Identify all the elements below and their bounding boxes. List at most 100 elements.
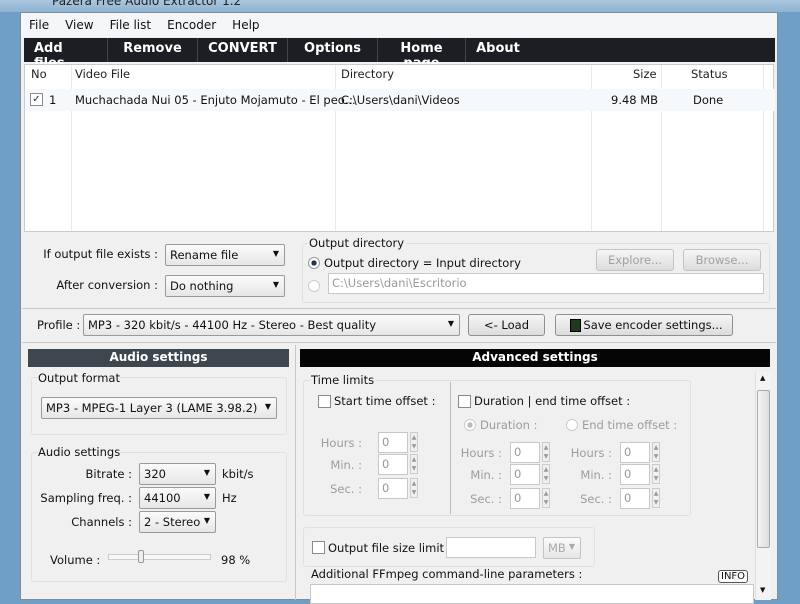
duration-label: Duration :	[480, 418, 538, 432]
size-limit-label: Output file size limit :	[328, 541, 452, 555]
spin-arrows-icon[interactable]: ▲ ▼	[410, 454, 418, 474]
hours-label: Hours :	[460, 446, 502, 460]
outdir-title: Output directory	[307, 236, 407, 250]
volume-slider-thumb[interactable]	[138, 550, 145, 563]
scroll-up-icon[interactable]: ▲	[760, 374, 765, 382]
menu-encoder[interactable]: Encoder	[159, 18, 224, 32]
hours-input[interactable]: 0	[620, 442, 650, 463]
output-format-select[interactable]: MP3 - MPEG-1 Layer 3 (LAME 3.98.2)	[41, 397, 277, 419]
info-button[interactable]: INFO	[718, 570, 749, 583]
size-limit-input[interactable]	[446, 537, 536, 558]
menu-file-list[interactable]: File list	[102, 18, 160, 32]
table-row[interactable]: ✓ 1 Muchachada Nui 05 - Enjuto Mojamuto …	[25, 89, 775, 111]
menu-file[interactable]: File	[21, 18, 57, 32]
advanced-scrollbar[interactable]: ▲ ▼	[755, 372, 771, 600]
sec-label: Sec. :	[470, 492, 502, 506]
sec-input[interactable]: 0	[378, 478, 408, 499]
size-unit-select[interactable]: MB	[543, 537, 581, 559]
column-no[interactable]: No	[31, 67, 47, 81]
end-offset-label: End time offset :	[582, 418, 678, 432]
row-size: 9.48 MB	[611, 93, 659, 107]
sec-label: Sec. :	[330, 482, 362, 496]
file-list[interactable]: No Video File Directory Size Status ✓ 1 …	[24, 64, 775, 232]
duration-radio[interactable]	[464, 419, 476, 431]
advanced-settings-header: Advanced settings	[300, 349, 770, 367]
outdir-path-input[interactable]: C:\Users\dani\Escritorio	[328, 273, 764, 294]
browse-button[interactable]: Browse...	[683, 249, 761, 271]
ffmpeg-params-input[interactable]	[310, 584, 754, 604]
min-label: Min. :	[580, 468, 612, 482]
channels-select[interactable]: 2 - Stereo	[139, 511, 216, 533]
spin-arrows-icon[interactable]: ▲ ▼	[542, 488, 550, 508]
menu-help[interactable]: Help	[224, 18, 267, 32]
exists-label: If output file exists :	[43, 247, 158, 261]
bitrate-unit: kbit/s	[222, 467, 254, 481]
outdir-same-label: Output directory = Input directory	[324, 256, 521, 270]
min-input[interactable]: 0	[620, 464, 650, 485]
add-files-button[interactable]: Add files	[24, 38, 108, 71]
outdir-same-radio[interactable]	[308, 257, 320, 269]
duration-end-label: Duration | end time offset :	[474, 394, 631, 408]
floppy-disk-icon	[570, 319, 581, 332]
outdir-custom-radio[interactable]	[308, 280, 320, 292]
home-page-button[interactable]: Home page	[378, 38, 466, 71]
profile-select[interactable]: MP3 - 320 kbit/s - 44100 Hz - Stereo - B…	[83, 314, 460, 336]
start-offset-checkbox[interactable]	[318, 395, 331, 408]
spin-arrows-icon[interactable]: ▲ ▼	[542, 442, 550, 462]
explore-button[interactable]: Explore...	[596, 249, 674, 271]
sec-input[interactable]: 0	[620, 488, 650, 509]
spin-arrows-icon[interactable]: ▲ ▼	[410, 432, 418, 452]
column-directory[interactable]: Directory	[341, 67, 394, 81]
min-input[interactable]: 0	[378, 454, 408, 475]
load-button[interactable]: <- Load	[468, 314, 545, 336]
menu-bar: File View File list Encoder Help	[21, 13, 777, 37]
scroll-thumb[interactable]	[757, 390, 770, 548]
volume-value: 98 %	[221, 553, 251, 567]
min-input[interactable]: 0	[510, 464, 540, 485]
freq-label: Sampling freq. :	[40, 491, 132, 505]
spin-arrows-icon[interactable]: ▲ ▼	[410, 478, 418, 498]
min-label: Min. :	[330, 458, 362, 472]
row-status: Done	[693, 93, 724, 107]
bitrate-select[interactable]: 320	[139, 463, 216, 485]
freq-unit: Hz	[222, 491, 237, 505]
scroll-down-icon[interactable]: ▼	[760, 586, 765, 594]
audio-settings-title: Audio settings	[38, 445, 121, 459]
spin-arrows-icon[interactable]: ▲ ▼	[652, 464, 660, 484]
row-no: 1	[49, 93, 57, 107]
time-limits-title: Time limits	[311, 373, 375, 387]
profile-label: Profile :	[37, 318, 81, 332]
about-button[interactable]: About	[466, 38, 530, 62]
spin-arrows-icon[interactable]: ▲ ▼	[542, 464, 550, 484]
volume-slider[interactable]	[108, 550, 211, 563]
save-encoder-settings-button[interactable]: Save encoder settings...	[555, 314, 733, 336]
audio-settings-header: Audio settings	[28, 349, 289, 367]
spin-arrows-icon[interactable]: ▲ ▼	[652, 442, 660, 462]
column-size[interactable]: Size	[633, 67, 657, 81]
spin-arrows-icon[interactable]: ▲ ▼	[652, 488, 660, 508]
end-offset-radio[interactable]	[566, 419, 578, 431]
hours-label: Hours :	[320, 436, 362, 450]
toolbar: Add files Remove CONVERT Options Home pa…	[24, 38, 775, 71]
row-directory: C:\Users\dani\Videos	[341, 93, 460, 107]
duration-checkbox[interactable]	[458, 395, 471, 408]
after-select[interactable]: Do nothing	[165, 275, 285, 297]
convert-button[interactable]: CONVERT	[198, 38, 288, 62]
row-file: Muchachada Nui 05 - Enjuto Mojamuto - El…	[75, 93, 356, 107]
freq-select[interactable]: 44100	[139, 487, 216, 509]
start-offset-label: Start time offset :	[334, 394, 436, 408]
size-limit-checkbox[interactable]	[312, 541, 325, 554]
hours-input[interactable]: 0	[378, 432, 408, 453]
sec-input[interactable]: 0	[510, 488, 540, 509]
menu-view[interactable]: View	[57, 18, 101, 32]
hours-input[interactable]: 0	[510, 442, 540, 463]
bitrate-label: Bitrate :	[85, 467, 132, 481]
sec-label: Sec. :	[580, 492, 612, 506]
column-status[interactable]: Status	[691, 67, 728, 81]
row-checkbox[interactable]: ✓	[30, 93, 43, 106]
exists-select[interactable]: Rename file	[165, 244, 285, 266]
remove-button[interactable]: Remove	[108, 38, 198, 62]
save-label: Save encoder settings...	[583, 318, 723, 332]
column-video-file[interactable]: Video File	[75, 67, 130, 81]
options-button[interactable]: Options	[288, 38, 378, 62]
